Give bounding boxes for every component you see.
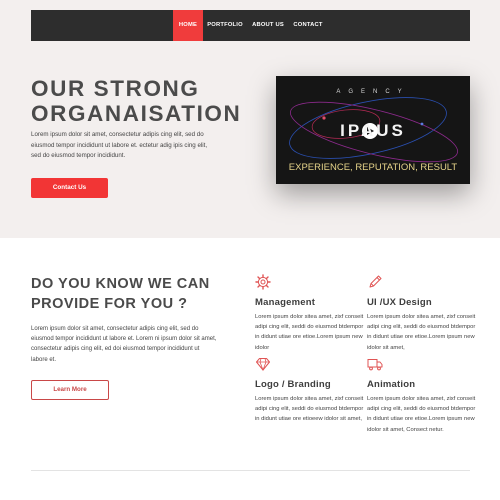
diamond-icon: [256, 358, 270, 372]
hero-title-line-2: ORGANAISATION: [31, 101, 242, 126]
hero-title: OUR STRONG ORGANAISATION: [31, 76, 261, 126]
services-title-line-2: PROVIDE FOR YOU ?: [31, 296, 188, 312]
feature-animation: Animation Lorem ipsum dolor sitea amet, …: [367, 356, 477, 435]
feature-title: Management: [255, 297, 316, 308]
feature-management: Management Lorem ipsum dolor sitea amet,…: [255, 274, 365, 353]
nav-contact[interactable]: CONTACT: [293, 10, 323, 41]
hero-section: HOME PORTFOLIO ABOUT US CONTACT OUR STRO…: [0, 0, 500, 238]
hero-title-line-1: OUR STRONG: [31, 76, 200, 101]
navbar: HOME PORTFOLIO ABOUT US CONTACT: [31, 10, 470, 41]
feature-text: Lorem ipsum dolor sitea amet, zixf conse…: [367, 396, 476, 433]
video-tagline: EXPERIENCE, REPUTATION, RESULT: [288, 162, 458, 173]
video-agency-text: AGENCY: [336, 89, 410, 95]
services-description: Lorem ipsum dolor sit amet, consectetur …: [31, 326, 217, 363]
feature-ui-ux-design: UI /UX Design Lorem ipsum dolor sitea am…: [367, 274, 477, 353]
nav-about-us[interactable]: ABOUT US: [251, 10, 285, 41]
section-divider: [31, 470, 470, 471]
pencil-icon: [369, 275, 382, 288]
gear-icon: [255, 274, 271, 290]
nav-home[interactable]: HOME: [173, 10, 203, 41]
services-title-line-1: DO YOU KNOW WE CAN: [31, 276, 210, 292]
video-brand-text: IPAUS: [340, 121, 406, 140]
video-thumbnail[interactable]: AGENCY IPAUS EXPERIENCE, REPUTATION, RES…: [276, 76, 470, 184]
feature-title: Logo / Branding: [255, 379, 331, 390]
feature-text: Lorem ipsum dolor sitea amet, zixf conse…: [255, 396, 364, 423]
nav-portfolio[interactable]: PORTFOLIO: [207, 10, 243, 41]
contact-us-button[interactable]: Contact Us: [31, 178, 108, 198]
feature-logo-branding: Logo / Branding Lorem ipsum dolor sitea …: [255, 356, 365, 425]
feature-text: Lorem ipsum dolor sitea amet, zixf conse…: [255, 314, 364, 351]
truck-icon: [367, 359, 383, 371]
hero-description: Lorem ipsum dolor sit amet, consectetur …: [31, 131, 208, 159]
feature-text: Lorem ipsum dolor sitea amet, zixf conse…: [367, 314, 476, 351]
feature-title: Animation: [367, 379, 416, 390]
feature-title: UI /UX Design: [367, 297, 432, 308]
services-title: DO YOU KNOW WE CAN PROVIDE FOR YOU ?: [31, 274, 231, 314]
learn-more-button[interactable]: Learn More: [31, 380, 109, 400]
